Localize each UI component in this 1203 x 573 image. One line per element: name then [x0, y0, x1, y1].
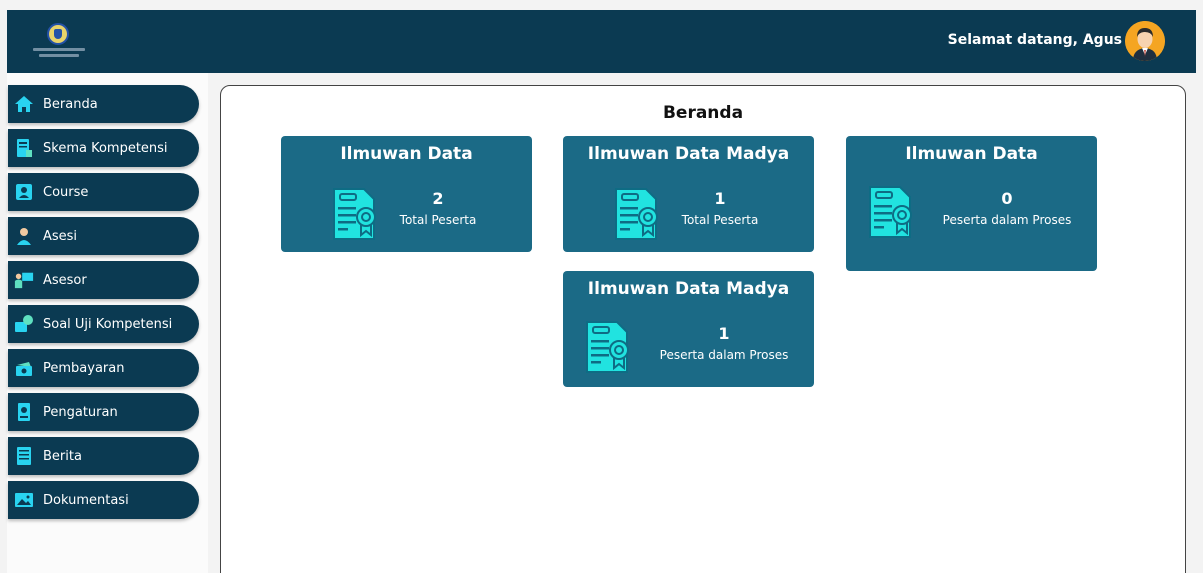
sidebar-item-pengaturan[interactable]: Pengaturan	[8, 393, 199, 431]
sidebar-item-label: Skema Kompetensi	[43, 140, 168, 156]
main-panel: Beranda Ilmuwan Data 2 Total Peserta Ilm…	[220, 85, 1186, 573]
sidebar-item-asesor[interactable]: Asesor	[8, 261, 199, 299]
card-value: 2	[432, 189, 444, 208]
certificate-icon	[586, 321, 629, 373]
logo-emblem-icon	[47, 23, 69, 45]
sidebar-item-asesi[interactable]: Asesi	[8, 217, 199, 255]
sidebar-item-pembayaran[interactable]: Pembayaran	[8, 349, 199, 387]
card-label: Peserta dalam Proses	[659, 348, 789, 362]
sidebar-item-label: Course	[43, 184, 89, 200]
user-icon	[14, 226, 34, 246]
logo-caption-line	[33, 48, 85, 51]
sidebar-item-label: Asesor	[43, 272, 87, 288]
user-avatar-icon	[1125, 21, 1165, 61]
top-header: Selamat datang, Agus	[7, 10, 1196, 73]
stat-card[interactable]: Ilmuwan Data 0 Peserta dalam Proses	[846, 136, 1097, 271]
card-value: 0	[1001, 189, 1013, 208]
sidebar-item-dokumentasi[interactable]: Dokumentasi	[8, 481, 199, 519]
course-icon	[14, 182, 34, 202]
sidebar-item-label: Beranda	[43, 96, 98, 112]
card-label: Total Peserta	[681, 213, 759, 227]
sidebar-item-label: Asesi	[43, 228, 78, 244]
card-label: Total Peserta	[399, 213, 477, 227]
stat-card[interactable]: Ilmuwan Data 2 Total Peserta	[281, 136, 532, 252]
news-icon	[14, 446, 34, 466]
sidebar-item-course[interactable]: Course	[8, 173, 199, 211]
logo[interactable]	[33, 23, 85, 61]
presenter-icon	[14, 270, 34, 290]
book-icon	[14, 138, 34, 158]
stat-card[interactable]: Ilmuwan Data Madya 1 Peserta dalam Prose…	[563, 271, 814, 387]
logo-caption-line	[39, 54, 79, 57]
sidebar-item-label: Pembayaran	[43, 360, 125, 376]
card-value: 1	[714, 189, 726, 208]
sidebar-item-berita[interactable]: Berita	[8, 437, 199, 475]
sidebar-item-label: Dokumentasi	[43, 492, 129, 508]
certificate-icon	[615, 188, 658, 240]
certificate-icon	[333, 188, 376, 240]
card-value: 1	[718, 324, 730, 343]
settings-icon	[14, 402, 34, 422]
image-icon	[14, 490, 34, 510]
sidebar-item-beranda[interactable]: Beranda	[8, 85, 199, 123]
money-icon	[14, 358, 34, 378]
card-label: Peserta dalam Proses	[942, 213, 1072, 227]
stat-card[interactable]: Ilmuwan Data Madya 1 Total Peserta	[563, 136, 814, 252]
home-icon	[14, 94, 34, 114]
certificate-icon	[869, 186, 912, 238]
sidebar-item-label: Pengaturan	[43, 404, 118, 420]
sidebar-item-label: Berita	[43, 448, 82, 464]
card-title: Ilmuwan Data Madya	[587, 279, 790, 299]
page-title: Beranda	[662, 103, 744, 123]
sidebar-item-soal-uji-kompetensi[interactable]: Soal Uji Kompetensi	[8, 305, 199, 343]
avatar[interactable]	[1125, 21, 1165, 61]
sidebar-item-label: Soal Uji Kompetensi	[43, 316, 173, 332]
quiz-icon	[14, 314, 34, 334]
card-title: Ilmuwan Data Madya	[587, 144, 790, 164]
card-title: Ilmuwan Data	[340, 144, 473, 164]
sidebar: Beranda Skema Kompetensi Course Asesi As…	[7, 73, 208, 573]
welcome-text: Selamat datang, Agus	[947, 32, 1122, 48]
sidebar-item-skema-kompetensi[interactable]: Skema Kompetensi	[8, 129, 199, 167]
card-title: Ilmuwan Data	[905, 144, 1038, 164]
